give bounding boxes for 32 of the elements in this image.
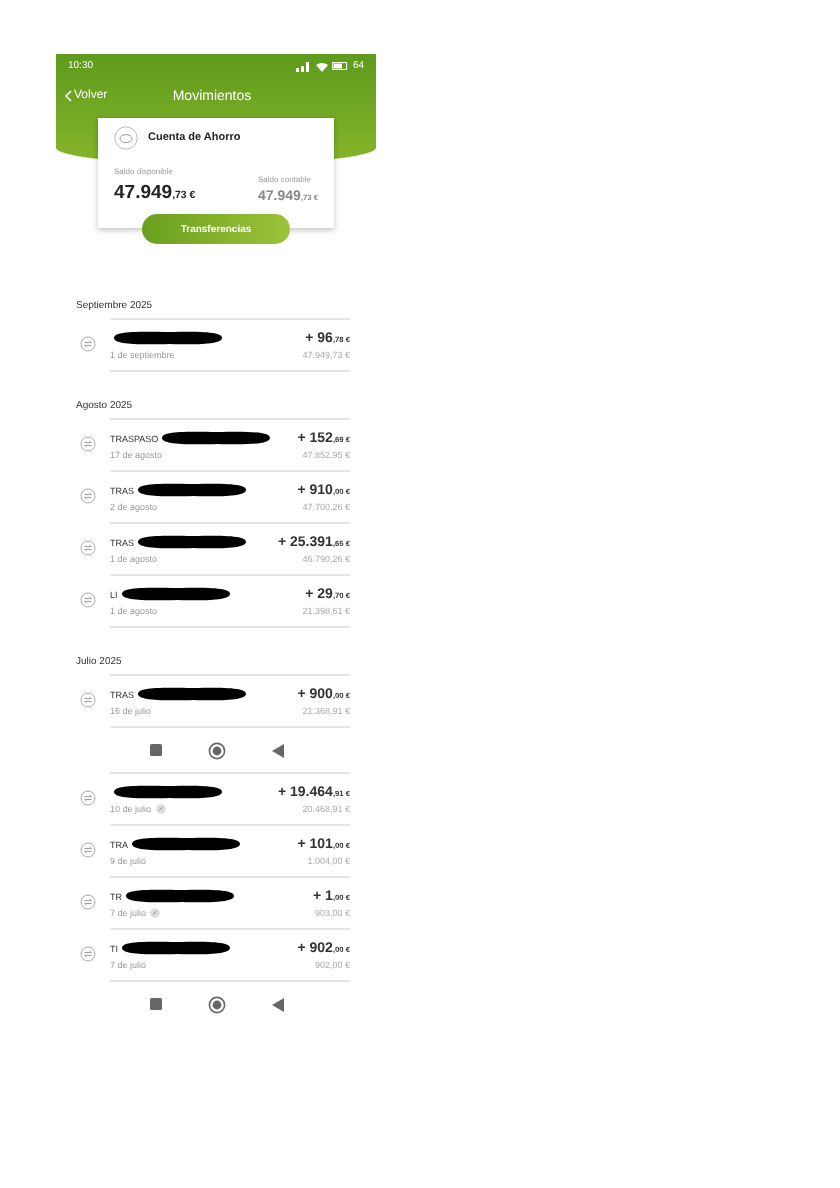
chevron-left-icon <box>64 90 72 102</box>
transfer-icon <box>80 488 96 504</box>
transfer-icon <box>80 692 96 708</box>
recents-icon[interactable] <box>149 744 161 756</box>
redaction-mark <box>110 330 226 346</box>
recents-icon[interactable] <box>149 998 161 1010</box>
home-icon[interactable] <box>207 741 225 759</box>
home-icon[interactable] <box>207 995 225 1013</box>
transfer-icon <box>80 436 96 452</box>
transfer-icon <box>80 336 96 352</box>
redaction-mark <box>128 836 244 852</box>
redaction-mark <box>134 534 251 550</box>
battery-icon <box>332 62 349 70</box>
redaction-mark <box>117 586 234 602</box>
redaction-mark <box>122 888 238 904</box>
transfer-icon <box>80 540 96 556</box>
attachment-icon <box>150 907 161 917</box>
wifi-icon <box>316 61 329 71</box>
redaction-mark <box>118 940 234 956</box>
redaction-mark <box>110 784 226 800</box>
transfer-icon <box>80 946 96 962</box>
attachment-icon <box>155 803 166 813</box>
redaction-mark <box>158 430 275 446</box>
back-icon[interactable] <box>271 743 283 757</box>
transfer-icon <box>80 894 96 910</box>
back-icon[interactable] <box>271 997 283 1011</box>
transfer-icon <box>80 790 96 806</box>
redaction-mark <box>134 482 251 498</box>
signal-icon <box>296 61 313 71</box>
transfer-icon <box>80 592 96 608</box>
redaction-mark <box>134 686 251 702</box>
transfer-icon <box>80 842 96 858</box>
